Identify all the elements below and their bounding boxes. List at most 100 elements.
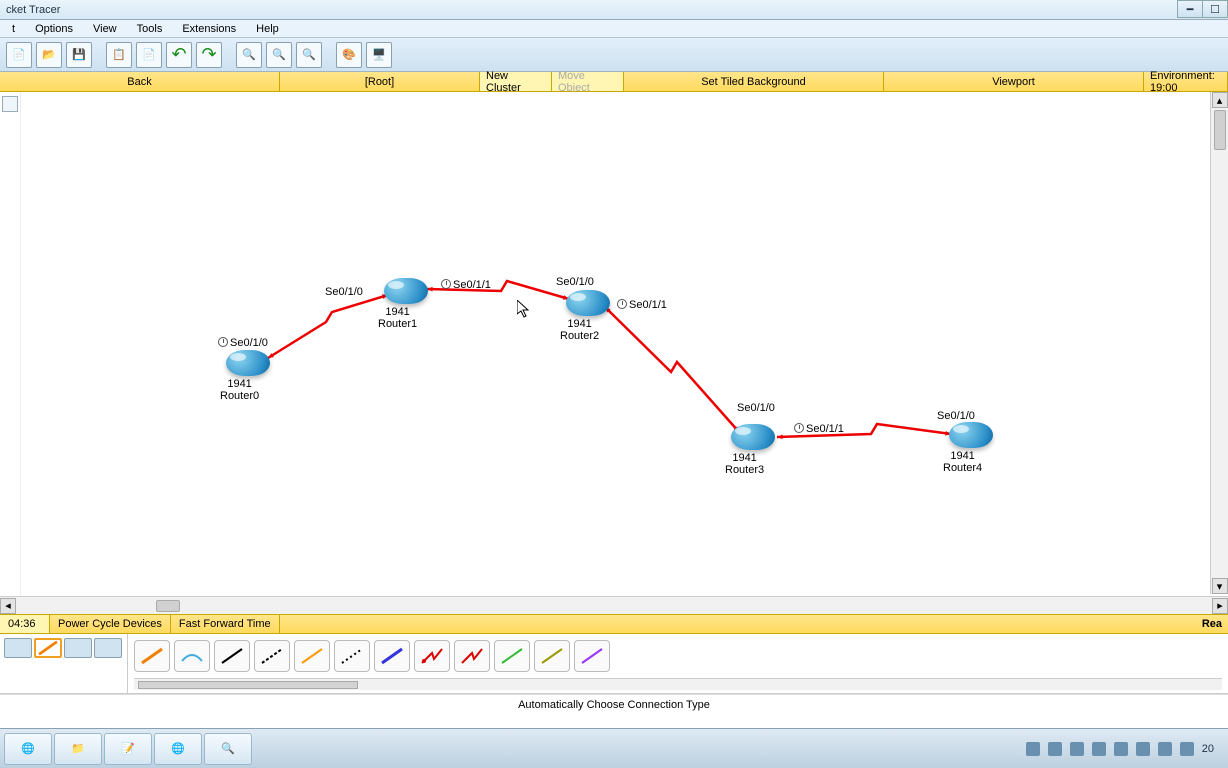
viewport-button[interactable]: Viewport bbox=[884, 72, 1144, 91]
workspace: 1941Router0 1941Router1 1941Router2 1941Rou… bbox=[0, 92, 1228, 596]
copy-button[interactable]: 📋 bbox=[106, 42, 132, 68]
zoom-out-button[interactable]: 🔍 bbox=[296, 42, 322, 68]
connection-types bbox=[128, 634, 1228, 693]
app-title: cket Tracer bbox=[6, 4, 60, 16]
router-label: 1941Router2 bbox=[560, 318, 599, 342]
menu-view[interactable]: View bbox=[83, 21, 127, 37]
router-router1[interactable] bbox=[384, 278, 428, 304]
main-toolbar: 📄 📂 💾 📋 📄 ↶ ↷ 🔍 🔍 🔍 🎨 🖥️ bbox=[0, 38, 1228, 72]
connection-scroll[interactable] bbox=[134, 678, 1222, 690]
maximize-button[interactable]: ☐ bbox=[1202, 0, 1228, 18]
port-label: Se0/1/1 bbox=[441, 278, 491, 291]
clock-icon bbox=[794, 423, 804, 433]
tray-icon[interactable] bbox=[1048, 742, 1062, 756]
scroll-right-icon[interactable]: ▸ bbox=[1212, 598, 1228, 614]
cat-end[interactable] bbox=[64, 638, 92, 658]
router-router2[interactable] bbox=[566, 290, 610, 316]
task-browser[interactable]: 🌐 bbox=[4, 733, 52, 765]
scroll-left-icon[interactable]: ◂ bbox=[0, 598, 16, 614]
cat-connections[interactable] bbox=[34, 638, 62, 658]
redo-button[interactable]: ↷ bbox=[196, 42, 222, 68]
scroll-thumb[interactable] bbox=[1214, 110, 1226, 150]
scroll-up-icon[interactable]: ▴ bbox=[1212, 92, 1228, 108]
clock-icon bbox=[441, 279, 451, 289]
tray-icon[interactable] bbox=[1136, 742, 1150, 756]
menu-options[interactable]: Options bbox=[25, 21, 83, 37]
conn-phone[interactable] bbox=[334, 640, 370, 672]
conn-serial-dte[interactable] bbox=[454, 640, 490, 672]
port-label: Se0/1/0 bbox=[325, 286, 363, 298]
tray-icon[interactable] bbox=[1070, 742, 1084, 756]
cat-network[interactable] bbox=[4, 638, 32, 658]
conn-straight[interactable] bbox=[214, 640, 250, 672]
taskbar: 🌐 📁 📝 🌐 🔍 20 bbox=[0, 728, 1228, 768]
new-file-button[interactable]: 📄 bbox=[6, 42, 32, 68]
palette-button[interactable]: 🎨 bbox=[336, 42, 362, 68]
conn-octal[interactable] bbox=[494, 640, 530, 672]
clock-icon bbox=[218, 337, 228, 347]
router-label: 1941Router3 bbox=[725, 452, 764, 476]
port-label: Se0/1/0 bbox=[737, 402, 775, 414]
tray-icon[interactable] bbox=[1180, 742, 1194, 756]
side-tool-button[interactable] bbox=[2, 96, 18, 112]
conn-crossover[interactable] bbox=[254, 640, 290, 672]
menu-tools[interactable]: Tools bbox=[127, 21, 173, 37]
conn-auto[interactable] bbox=[134, 640, 170, 672]
custom-device-button[interactable]: 🖥️ bbox=[366, 42, 392, 68]
router-router4[interactable] bbox=[949, 422, 993, 448]
vertical-scrollbar[interactable]: ▴ ▾ bbox=[1210, 92, 1228, 594]
conn-usb2[interactable] bbox=[574, 640, 610, 672]
conn-usb1[interactable] bbox=[534, 640, 570, 672]
router-label: 1941Router1 bbox=[378, 306, 417, 330]
scroll-thumb-h[interactable] bbox=[156, 600, 180, 612]
menu-extensions[interactable]: Extensions bbox=[172, 21, 246, 37]
tray-icon[interactable] bbox=[1114, 742, 1128, 756]
save-button[interactable]: 💾 bbox=[66, 42, 92, 68]
canvas[interactable]: 1941Router0 1941Router1 1941Router2 1941Rou… bbox=[20, 92, 1228, 596]
side-tool bbox=[0, 92, 20, 596]
menu-help[interactable]: Help bbox=[246, 21, 289, 37]
tray-icon[interactable] bbox=[1158, 742, 1172, 756]
cat-cloud[interactable] bbox=[94, 638, 122, 658]
sim-time: 04:36 bbox=[0, 615, 50, 633]
router-router0[interactable] bbox=[226, 350, 270, 376]
task-app[interactable]: 🌐 bbox=[154, 733, 202, 765]
clock-icon bbox=[617, 299, 627, 309]
environment-label[interactable]: Environment: 19:00 bbox=[1144, 72, 1228, 91]
menu-edit[interactable]: t bbox=[2, 21, 25, 37]
minimize-button[interactable]: ━ bbox=[1177, 0, 1203, 18]
port-label: Se0/1/1 bbox=[794, 422, 844, 435]
tray-icon[interactable] bbox=[1092, 742, 1106, 756]
nav-bar: Back [Root] New Cluster Move Object Set … bbox=[0, 72, 1228, 92]
router-router3[interactable] bbox=[731, 424, 775, 450]
task-notepad[interactable]: 📝 bbox=[104, 733, 152, 765]
router-label: 1941Router0 bbox=[220, 378, 259, 402]
nav-root[interactable]: [Root] bbox=[280, 72, 480, 91]
palette-bar bbox=[0, 634, 1228, 694]
port-label: Se0/1/1 bbox=[617, 298, 667, 311]
paste-button[interactable]: 📄 bbox=[136, 42, 162, 68]
task-explorer[interactable]: 📁 bbox=[54, 733, 102, 765]
open-file-button[interactable]: 📂 bbox=[36, 42, 62, 68]
zoom-in-button[interactable]: 🔍 bbox=[236, 42, 262, 68]
undo-button[interactable]: ↶ bbox=[166, 42, 192, 68]
zoom-reset-button[interactable]: 🔍 bbox=[266, 42, 292, 68]
conn-scroll-thumb[interactable] bbox=[138, 681, 358, 689]
menu-bar: t Options View Tools Extensions Help bbox=[0, 20, 1228, 38]
conn-console[interactable] bbox=[174, 640, 210, 672]
nav-back-button[interactable]: Back bbox=[0, 72, 280, 91]
tiled-bg-button[interactable]: Set Tiled Background bbox=[624, 72, 884, 91]
port-label: Se0/1/0 bbox=[218, 336, 268, 349]
power-cycle-button[interactable]: Power Cycle Devices bbox=[50, 615, 171, 633]
conn-serial-dce[interactable] bbox=[414, 640, 450, 672]
fast-forward-button[interactable]: Fast Forward Time bbox=[171, 615, 280, 633]
tray-icon[interactable] bbox=[1026, 742, 1040, 756]
horizontal-scrollbar[interactable]: ◂ ▸ bbox=[0, 596, 1228, 614]
task-packettracer[interactable]: 🔍 bbox=[204, 733, 252, 765]
scroll-down-icon[interactable]: ▾ bbox=[1212, 578, 1228, 594]
new-cluster-button[interactable]: New Cluster bbox=[480, 72, 552, 91]
conn-fiber[interactable] bbox=[294, 640, 330, 672]
tray-clock: 20 bbox=[1202, 743, 1214, 755]
conn-coax[interactable] bbox=[374, 640, 410, 672]
move-object-button[interactable]: Move Object bbox=[552, 72, 624, 91]
